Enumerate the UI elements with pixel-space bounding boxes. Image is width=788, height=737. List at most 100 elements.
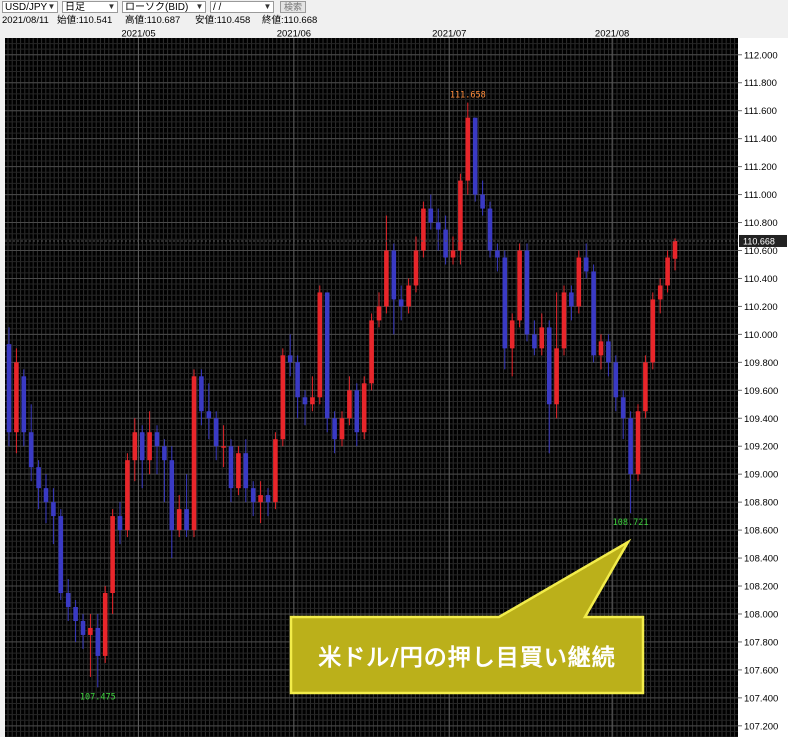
candle-body xyxy=(273,439,278,503)
candle-body xyxy=(354,390,360,433)
candle-body xyxy=(339,418,345,440)
y-tick-label: 109.600 xyxy=(744,386,778,397)
candle-body xyxy=(598,341,604,356)
candle-body xyxy=(265,495,271,503)
candle-body xyxy=(191,376,197,531)
candle-body xyxy=(169,460,175,531)
x-tick-label: 2021/08 xyxy=(595,29,629,40)
candle-body xyxy=(21,376,27,433)
y-tick-label: 108.200 xyxy=(744,582,778,593)
y-tick-label: 110.600 xyxy=(744,246,778,257)
candle-body xyxy=(532,334,537,349)
chevron-down-icon: ▼ xyxy=(263,2,272,11)
candle-body xyxy=(6,344,12,433)
candle-body xyxy=(458,180,463,251)
chevron-down-icon: ▼ xyxy=(195,2,204,11)
candle-body xyxy=(250,488,256,503)
y-tick-label: 112.000 xyxy=(744,50,778,61)
ohlc-open: 始値:110.541 xyxy=(57,15,113,26)
timeframe-select[interactable]: 日足 ▼ xyxy=(62,1,118,13)
candle-body xyxy=(546,327,552,405)
high-price-label: 111.658 xyxy=(450,91,486,101)
candle-body xyxy=(228,446,234,489)
candle-body xyxy=(435,222,441,230)
candle-body xyxy=(102,593,108,656)
y-tick-label: 107.800 xyxy=(744,637,778,648)
candle-body xyxy=(376,306,382,321)
candle-body xyxy=(176,509,182,531)
candle-body xyxy=(450,250,456,258)
candle-body xyxy=(421,208,426,251)
chart-style-select[interactable]: ローソク(BID) ▼ xyxy=(122,1,206,13)
ohlc-date: 2021/08/11 xyxy=(2,15,49,26)
candle-body xyxy=(280,355,286,440)
candle-body xyxy=(310,397,315,405)
candle-body xyxy=(154,432,160,447)
candle-body xyxy=(95,627,101,656)
y-tick-label: 108.800 xyxy=(744,498,778,509)
y-tick-label: 111.400 xyxy=(744,134,777,145)
candle-body xyxy=(125,460,130,531)
candle-body xyxy=(221,446,226,448)
chevron-down-icon: ▼ xyxy=(47,2,56,11)
y-tick-label: 109.000 xyxy=(744,470,778,481)
candle-body xyxy=(80,620,86,635)
y-tick-label: 107.200 xyxy=(744,721,778,732)
candle-body xyxy=(295,362,300,398)
candle-body xyxy=(665,257,670,286)
candle-body xyxy=(147,432,152,461)
candle-body xyxy=(406,285,411,307)
x-tick-label: 2021/05 xyxy=(121,29,155,40)
candle-body xyxy=(628,418,633,475)
y-tick-label: 110.200 xyxy=(744,302,778,313)
y-tick-label: 111.600 xyxy=(744,106,777,117)
candle-body xyxy=(73,606,78,621)
date-select[interactable]: / / ▼ xyxy=(210,1,274,13)
candle-body xyxy=(657,285,663,300)
symbol-select[interactable]: USD/JPY ▼ xyxy=(2,1,58,13)
low-price-label: 107.475 xyxy=(80,692,116,702)
candle-body xyxy=(28,432,34,468)
candle-body xyxy=(258,495,263,503)
candle-body xyxy=(583,257,589,272)
candle-body xyxy=(51,502,56,517)
candle-body xyxy=(480,194,485,209)
callout-text: 米ドル/円の押し目買い継続 xyxy=(318,645,616,671)
candle-body xyxy=(428,208,434,223)
x-tick-label: 2021/07 xyxy=(432,29,466,40)
y-tick-label: 107.400 xyxy=(744,693,778,704)
candle-body xyxy=(347,390,352,419)
candle-body xyxy=(569,292,574,307)
y-tick-label: 111.200 xyxy=(744,162,777,173)
search-button[interactable]: 検索 xyxy=(280,1,306,13)
y-tick-label: 109.200 xyxy=(744,442,778,453)
y-tick-label: 109.400 xyxy=(744,414,778,425)
y-tick-label: 110.400 xyxy=(744,274,778,285)
symbol-select-label: USD/JPY xyxy=(5,2,48,13)
candle-body xyxy=(287,355,293,363)
x-axis-band xyxy=(0,28,788,38)
candle-body xyxy=(465,117,471,181)
candle-body xyxy=(88,627,93,635)
candle-body xyxy=(36,467,41,489)
candle-body xyxy=(43,488,49,503)
candle-body xyxy=(14,362,19,433)
y-tick-label: 111.800 xyxy=(744,78,777,89)
date-select-label: / / xyxy=(213,2,222,13)
candle-body xyxy=(361,383,367,433)
candle-body xyxy=(110,516,115,594)
y-tick-label: 107.600 xyxy=(744,665,778,676)
candle-body xyxy=(443,229,448,258)
candle-body xyxy=(162,446,167,461)
candle-body xyxy=(554,348,559,405)
toolbar: USD/JPY ▼ 日足 ▼ ローソク(BID) ▼ / / ▼ 検索 xyxy=(0,0,788,15)
y-tick-label: 109.800 xyxy=(744,358,778,369)
candle-body xyxy=(324,292,330,419)
ohlc-high: 高値:110.687 xyxy=(125,15,181,26)
candle-body xyxy=(398,299,404,307)
candle-body xyxy=(635,411,641,475)
candle-body xyxy=(643,362,648,412)
candle-body xyxy=(413,250,419,286)
y-tick-label: 111.000 xyxy=(744,190,777,201)
candle-body xyxy=(243,453,249,489)
